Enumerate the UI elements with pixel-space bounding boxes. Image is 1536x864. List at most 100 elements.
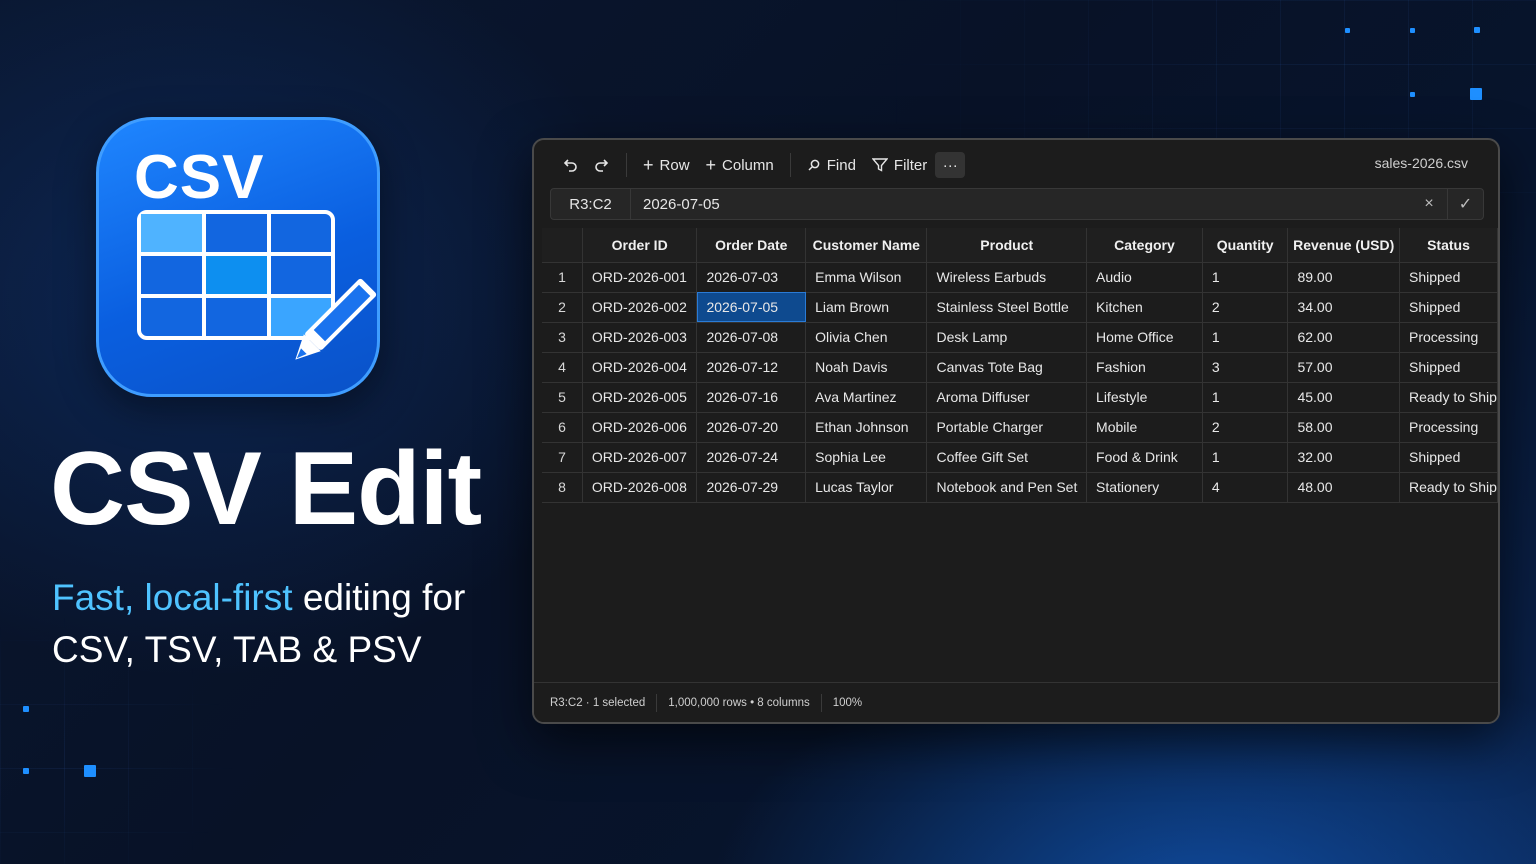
undo-button[interactable] xyxy=(554,153,586,177)
column-header[interactable]: Category xyxy=(1086,228,1203,263)
redo-button[interactable] xyxy=(586,153,618,177)
table-cell[interactable]: 2 xyxy=(1202,292,1289,323)
find-button[interactable]: Find xyxy=(799,153,864,178)
table-cell[interactable]: ORD-2026-003 xyxy=(582,322,698,353)
table-cell[interactable]: Stationery xyxy=(1086,472,1203,503)
table-cell[interactable]: Coffee Gift Set xyxy=(926,442,1088,473)
table-cell[interactable]: 57.00 xyxy=(1287,352,1400,383)
more-options-button[interactable]: ··· xyxy=(935,152,966,178)
table-cell[interactable]: 62.00 xyxy=(1287,322,1400,353)
row-number[interactable]: 5 xyxy=(542,382,583,413)
row-number[interactable]: 1 xyxy=(542,262,583,293)
table-cell[interactable]: Shipped xyxy=(1399,352,1498,383)
row-number[interactable]: 6 xyxy=(542,412,583,443)
product-title: CSV Edit xyxy=(50,431,482,547)
row-number[interactable]: 7 xyxy=(542,442,583,473)
table-cell[interactable]: 2026-07-05 xyxy=(696,292,807,323)
confirm-icon[interactable]: ✓ xyxy=(1447,189,1483,219)
table-cell[interactable]: Fashion xyxy=(1086,352,1203,383)
column-header[interactable]: Revenue (USD) xyxy=(1287,228,1400,263)
table-cell[interactable]: 1 xyxy=(1202,322,1289,353)
table-cell[interactable]: Portable Charger xyxy=(926,412,1088,443)
table-cell[interactable]: 2 xyxy=(1202,412,1289,443)
row-number[interactable]: 4 xyxy=(542,352,583,383)
table-cell[interactable]: ORD-2026-004 xyxy=(582,352,698,383)
table-cell[interactable]: Shipped xyxy=(1399,292,1498,323)
table-cell[interactable]: Food & Drink xyxy=(1086,442,1203,473)
table-cell[interactable]: 32.00 xyxy=(1287,442,1400,473)
formula-bar: R3:C2 2026-07-05 × ✓ xyxy=(550,188,1484,220)
table-cell[interactable]: ORD-2026-001 xyxy=(582,262,698,293)
table-cell[interactable]: Notebook and Pen Set xyxy=(926,472,1088,503)
cell-reference[interactable]: R3:C2 xyxy=(551,189,631,219)
column-header[interactable]: Order Date xyxy=(696,228,807,263)
table-cell[interactable]: 89.00 xyxy=(1287,262,1400,293)
table-cell[interactable]: Kitchen xyxy=(1086,292,1203,323)
row-number[interactable]: 2 xyxy=(542,292,583,323)
table-cell[interactable]: 2026-07-16 xyxy=(696,382,807,413)
table-cell[interactable]: 45.00 xyxy=(1287,382,1400,413)
table-cell[interactable]: 34.00 xyxy=(1287,292,1400,323)
table-cell[interactable]: Liam Brown xyxy=(805,292,928,323)
table-cell[interactable]: Lifestyle xyxy=(1086,382,1203,413)
column-header[interactable]: Order ID xyxy=(582,228,698,263)
table-cell[interactable]: Audio xyxy=(1086,262,1203,293)
row-number[interactable]: 8 xyxy=(542,472,583,503)
table-cell[interactable]: 58.00 xyxy=(1287,412,1400,443)
table-cell[interactable]: Emma Wilson xyxy=(805,262,928,293)
table-cell[interactable]: Sophia Lee xyxy=(805,442,928,473)
table-cell[interactable]: Shipped xyxy=(1399,442,1498,473)
table-cell[interactable]: Home Office xyxy=(1086,322,1203,353)
column-header[interactable]: Customer Name xyxy=(805,228,928,263)
table-cell[interactable]: Processing xyxy=(1399,322,1498,353)
table-cell[interactable]: 1 xyxy=(1202,442,1289,473)
table-cell[interactable]: Desk Lamp xyxy=(926,322,1088,353)
table-cell[interactable]: 4 xyxy=(1202,472,1289,503)
table-cell[interactable]: Noah Davis xyxy=(805,352,928,383)
table-cell[interactable]: Wireless Earbuds xyxy=(926,262,1088,293)
table-cell[interactable]: 3 xyxy=(1202,352,1289,383)
table-cell[interactable]: Ava Martinez xyxy=(805,382,928,413)
table-cell[interactable]: Shipped xyxy=(1399,262,1498,293)
table-cell[interactable]: Mobile xyxy=(1086,412,1203,443)
toolbar: + Row + Column Find Filter ··· sales-202… xyxy=(534,140,1498,190)
table-cell[interactable]: 48.00 xyxy=(1287,472,1400,503)
status-divider xyxy=(656,693,658,712)
table-cell[interactable]: Olivia Chen xyxy=(805,322,928,353)
table-cell[interactable]: 1 xyxy=(1202,382,1289,413)
redo-icon xyxy=(595,159,609,172)
cell-value-input[interactable]: 2026-07-05 xyxy=(631,196,1411,213)
table-cell[interactable]: ORD-2026-002 xyxy=(582,292,698,323)
row-number[interactable]: 3 xyxy=(542,322,583,353)
table-cell[interactable]: Stainless Steel Bottle xyxy=(926,292,1088,323)
table-cell[interactable]: 2026-07-12 xyxy=(696,352,807,383)
column-header[interactable]: Product xyxy=(926,228,1088,263)
filter-button[interactable]: Filter xyxy=(864,153,935,178)
table-cell[interactable]: 2026-07-20 xyxy=(696,412,807,443)
zoom-level[interactable]: 100% xyxy=(833,697,862,709)
clear-icon[interactable]: × xyxy=(1411,189,1447,219)
table-cell[interactable]: 2026-07-03 xyxy=(696,262,807,293)
decor-dot xyxy=(1470,88,1482,100)
add-column-button[interactable]: + Column xyxy=(698,151,782,180)
table-cell[interactable]: Ethan Johnson xyxy=(805,412,928,443)
table-cell[interactable]: 2026-07-29 xyxy=(696,472,807,503)
add-row-button[interactable]: + Row xyxy=(635,151,698,180)
toolbar-divider xyxy=(789,153,791,177)
table-cell[interactable]: Aroma Diffuser xyxy=(926,382,1088,413)
table-cell[interactable]: ORD-2026-007 xyxy=(582,442,698,473)
table-cell[interactable]: Canvas Tote Bag xyxy=(926,352,1088,383)
table-cell[interactable]: Ready to Ship xyxy=(1399,472,1498,503)
column-header[interactable]: Quantity xyxy=(1202,228,1289,263)
column-header[interactable]: Status xyxy=(1399,228,1498,263)
table-cell[interactable]: ORD-2026-008 xyxy=(582,472,698,503)
table-cell[interactable]: Ready to Ship xyxy=(1399,382,1498,413)
table-cell[interactable]: ORD-2026-005 xyxy=(582,382,698,413)
table-cell[interactable]: Processing xyxy=(1399,412,1498,443)
table-cell[interactable]: 1 xyxy=(1202,262,1289,293)
table-cell[interactable]: 2026-07-08 xyxy=(696,322,807,353)
table-cell[interactable]: 2026-07-24 xyxy=(696,442,807,473)
table-cell[interactable]: Lucas Taylor xyxy=(805,472,928,503)
row-number-header[interactable] xyxy=(542,228,583,263)
table-cell[interactable]: ORD-2026-006 xyxy=(582,412,698,443)
